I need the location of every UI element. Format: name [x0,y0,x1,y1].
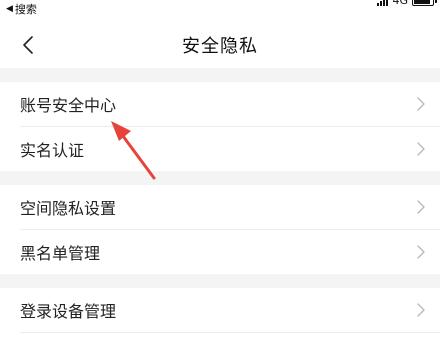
section-gap [0,274,440,288]
settings-item-blacklist[interactable]: 黑名单管理 [0,230,440,274]
settings-item-login-devices[interactable]: 登录设备管理 [0,288,440,332]
back-triangle-icon: ◀ [6,4,13,14]
section-gap [0,171,440,185]
settings-item-label: 黑名单管理 [20,244,101,263]
nav-bar: 安全隐私 [0,22,440,68]
settings-item-label: 登录设备管理 [20,302,117,321]
settings-item-label: 实名认证 [20,141,85,160]
status-bar: ◀ 搜索 4G [0,0,440,22]
chevron-right-icon [414,97,428,111]
chevron-right-icon [414,200,428,214]
settings-item-account-security[interactable]: 账号安全中心 [0,82,440,126]
network-label: 4G [392,0,408,7]
settings-item-label: 空间隐私设置 [20,199,117,218]
divider [20,332,440,333]
battery-icon [412,0,437,6]
section-gap [0,68,440,82]
page-title: 安全隐私 [182,36,258,57]
chevron-left-icon [23,36,33,54]
status-indicators: 4G [377,0,437,7]
chevron-right-icon [414,303,428,317]
signal-icon [377,0,389,6]
chevron-right-icon [414,142,428,156]
settings-item-real-name[interactable]: 实名认证 [0,127,440,171]
settings-item-label: 账号安全中心 [20,96,117,115]
chevron-right-icon [414,245,428,259]
back-button[interactable] [22,30,52,60]
back-to-search-app[interactable]: ◀ 搜索 [6,1,37,17]
settings-item-space-privacy[interactable]: 空间隐私设置 [0,185,440,229]
back-app-label: 搜索 [14,3,37,16]
